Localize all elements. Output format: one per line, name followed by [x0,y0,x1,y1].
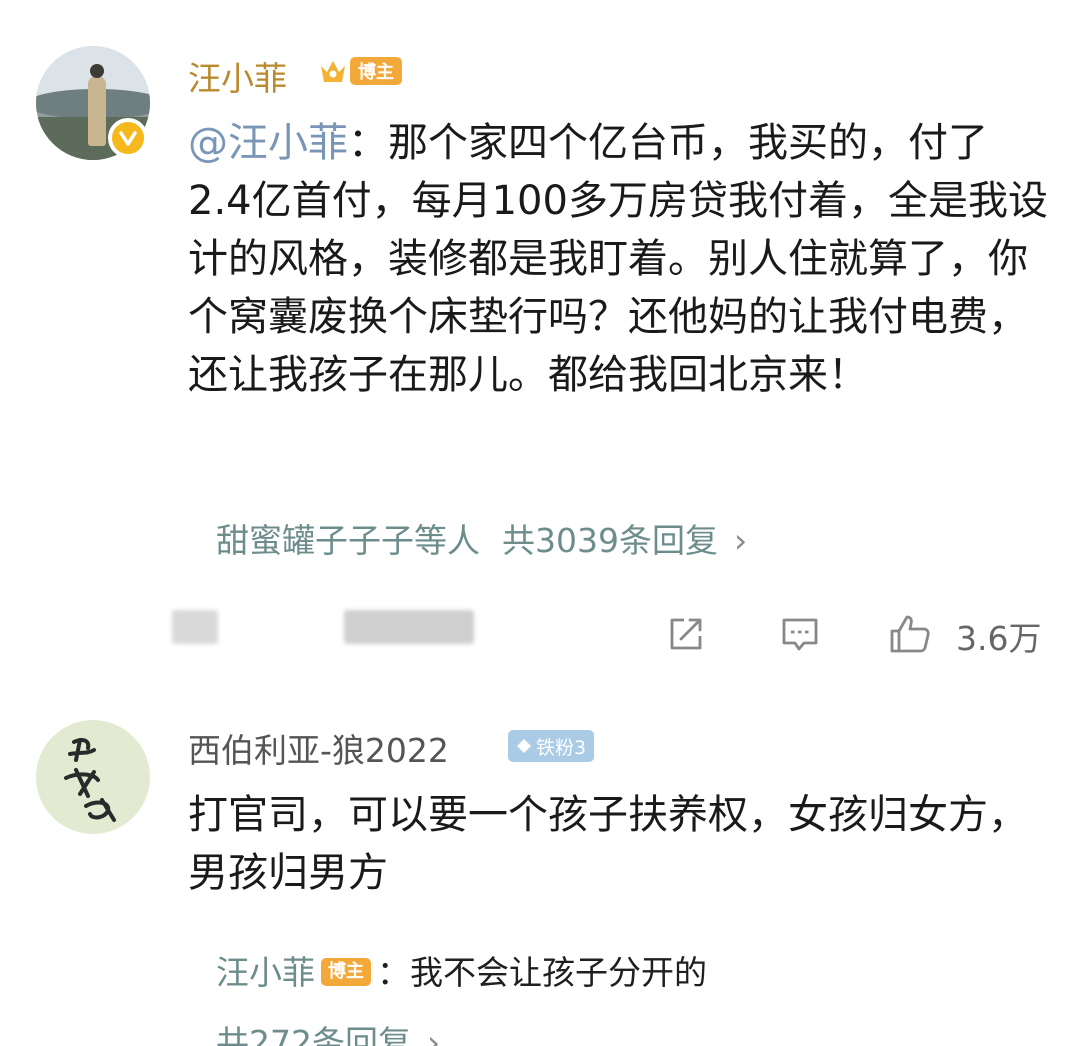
reply-count: 共272条回复 [216,1023,411,1046]
fan-badge-label: 铁粉3 [536,736,587,759]
sub-reply-text: ：我不会让孩子分开的 [377,953,707,992]
comment-text: 打官司，可以要一个孩子扶养权，女孩归女方，男孩归男方 [188,792,1028,896]
view-replies-link[interactable]: 甜蜜罐子子子等人 共3039条回复 › [216,514,747,562]
verified-icon [108,118,148,158]
reply-names: 甜蜜罐子子子等人 [216,521,480,560]
host-badge: 博主 [318,54,408,88]
like-icon[interactable] [888,612,932,656]
chevron-right-icon: › [427,1023,441,1046]
comment-feed: 汪小菲 博主 @汪小菲：那个家四个亿台币，我买的，付了2.4亿首付，每月100多… [0,0,1080,1046]
sub-reply[interactable]: 汪小菲 博主 ：我不会让孩子分开的 [216,946,707,994]
comment-text: @汪小菲：那个家四个亿台币，我买的，付了2.4亿首付，每月100多万房贷我付着，… [188,114,1048,404]
host-badge: 博主 [321,957,371,986]
chevron-right-icon: › [733,521,748,560]
host-badge-label: 博主 [350,57,402,85]
reply-count: 共3039条回复 [502,521,718,560]
comment-username[interactable]: 西伯利亚-狼2022 [188,724,449,772]
view-replies-link[interactable]: 共272条回复 › [216,1016,440,1046]
crown-icon [321,61,345,82]
avatar[interactable] [36,720,150,834]
diamond-icon [517,739,531,753]
mention-link[interactable]: @汪小菲 [188,120,348,166]
blurred-location [344,610,474,644]
comment-username[interactable]: 汪小菲 [188,52,287,100]
like-count: 3.6万 [956,619,1042,658]
calligraphy-image [64,738,116,822]
sub-reply-username[interactable]: 汪小菲 [216,953,315,992]
fan-badge: 铁粉3 [508,730,595,762]
share-icon[interactable] [664,612,708,656]
comment-icon[interactable] [778,612,822,656]
blurred-timestamp [172,610,218,644]
